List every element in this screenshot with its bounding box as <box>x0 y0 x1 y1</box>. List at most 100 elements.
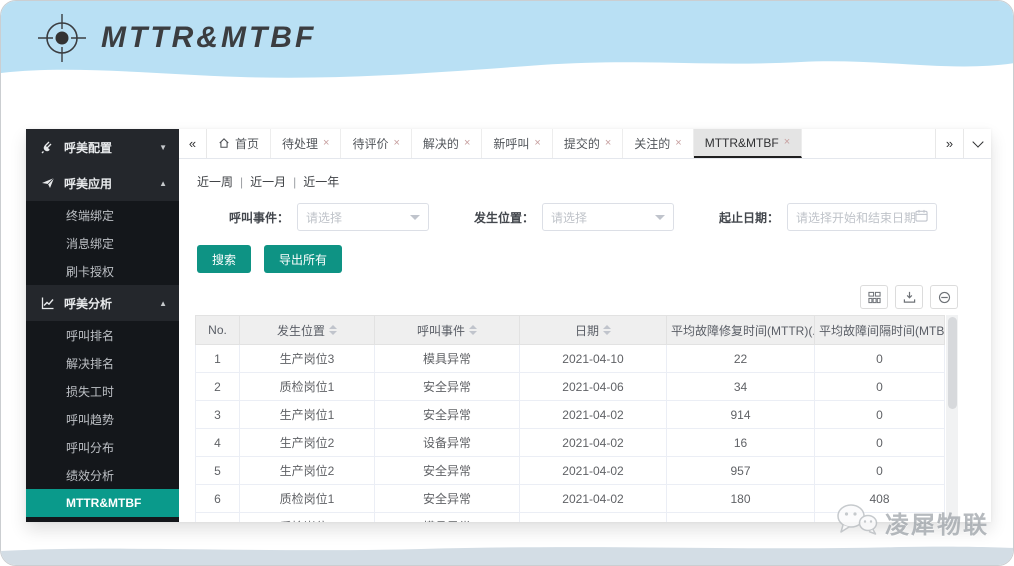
sidebar-item-MTTR&MTBF[interactable]: MTTR&MTBF <box>26 489 179 517</box>
sidebar-group-label: 呼美配置 <box>64 139 150 156</box>
sidebar-item-刷卡授权[interactable]: 刷卡授权 <box>26 257 179 285</box>
table-cell: 914 <box>667 401 815 429</box>
table-row: 1生产岗位3模具异常2021-04-10220 <box>196 345 945 373</box>
sidebar-item-呼叫排名[interactable]: 呼叫排名 <box>26 321 179 349</box>
chart-icon <box>40 296 55 311</box>
plug-icon <box>40 140 55 155</box>
close-icon[interactable]: × <box>323 138 329 149</box>
table-section: No. 发生位置呼叫事件日期平均故障修复时间(MTTR)(...平均故障间隔时间(… <box>195 285 958 522</box>
table-cell: 16 <box>667 429 815 457</box>
close-icon[interactable]: × <box>464 138 470 149</box>
close-icon[interactable]: × <box>534 138 540 149</box>
table-cell: 安全异常 <box>375 485 520 513</box>
sidebar-item-呼叫趋势[interactable]: 呼叫趋势 <box>26 405 179 433</box>
sort-icon[interactable] <box>329 325 337 335</box>
table-cell: 模具异常 <box>375 345 520 373</box>
sidebar-item-呼叫分布[interactable]: 呼叫分布 <box>26 433 179 461</box>
sidebar-item-终端绑定[interactable]: 终端绑定 <box>26 201 179 229</box>
export-button[interactable] <box>895 285 923 309</box>
table-row: 5生产岗位2安全异常2021-04-029570 <box>196 457 945 485</box>
sidebar-group-呼美分析[interactable]: 呼美分析▲ <box>26 285 179 321</box>
scrollbar-thumb[interactable] <box>948 317 957 409</box>
tab-label: 关注的 <box>634 135 670 152</box>
close-icon[interactable]: × <box>675 138 681 149</box>
tab-MTTR&MTBF[interactable]: MTTR&MTBF× <box>694 129 802 158</box>
sidebar: 呼美配置▼呼美应用▲终端绑定消息绑定刷卡授权呼美分析▲呼叫排名解决排名损失工时呼… <box>26 129 179 522</box>
tab-首页[interactable]: 首页 <box>207 129 271 158</box>
column-header-5[interactable]: 平均故障间隔时间(MTBF)(... <box>815 316 945 345</box>
home-icon <box>218 137 230 151</box>
tab-关注的[interactable]: 关注的 × <box>623 129 693 158</box>
sidebar-item-损失工时[interactable]: 损失工时 <box>26 377 179 405</box>
sidebar-group-呼美应用[interactable]: 呼美应用 ▲ <box>26 165 179 201</box>
sort-icon[interactable] <box>469 325 477 335</box>
close-icon[interactable]: × <box>784 137 790 148</box>
sidebar-item-绩效分析[interactable]: 绩效分析 <box>26 461 179 489</box>
search-button[interactable]: 搜索 <box>197 245 251 273</box>
column-settings-button[interactable] <box>860 285 888 309</box>
crosshair-logo-icon <box>37 13 87 63</box>
print-button[interactable] <box>930 285 958 309</box>
table-scrollbar[interactable] <box>946 315 958 522</box>
tab-待评价[interactable]: 待评价× <box>341 129 411 158</box>
tab-提交的[interactable]: 提交的 × <box>553 129 623 158</box>
close-icon[interactable]: × <box>393 138 399 149</box>
export-icon <box>903 291 916 304</box>
table-cell: 2021-04-02 <box>520 513 667 523</box>
call-event-select[interactable]: 请选择 <box>297 203 429 231</box>
table-cell: 2021-04-02 <box>520 457 667 485</box>
send-icon <box>40 176 55 191</box>
page-title: MTTR&MTBF <box>101 21 316 55</box>
sidebar-group-呼美配置[interactable]: 呼美配置▼ <box>26 129 179 165</box>
tab-解决的[interactable]: 解决的× <box>412 129 482 158</box>
table-cell: 4 <box>196 429 240 457</box>
chevron-up-icon: ▲ <box>159 179 167 188</box>
table-cell: 2021-04-02 <box>520 485 667 513</box>
quick-range-近一月[interactable]: 近一月 <box>250 173 286 190</box>
table-cell: 0 <box>815 373 945 401</box>
close-icon[interactable]: × <box>605 138 611 149</box>
tab-label: 提交的 <box>564 135 600 152</box>
table-cell: 2021-04-02 <box>520 401 667 429</box>
table-cell: 3 <box>196 401 240 429</box>
sidebar-group-label: 呼美应用 <box>64 175 150 192</box>
location-select[interactable]: 请选择 <box>542 203 674 231</box>
export-all-button[interactable]: 导出所有 <box>264 245 342 273</box>
call-event-label: 呼叫事件： <box>229 209 289 226</box>
page-frame: MTTR&MTBF 呼美配置▼ 呼美应用 ▲ 终端绑定消息绑定刷卡授权呼美分析▲呼叫排… <box>0 0 1014 566</box>
column-header-3[interactable]: 日期 <box>520 316 667 345</box>
table-cell: 5 <box>196 457 240 485</box>
sidebar-group-label: 呼美分析 <box>64 295 150 312</box>
quick-range-近一周[interactable]: 近一周 <box>197 173 233 190</box>
quick-range-近一年[interactable]: 近一年 <box>303 173 339 190</box>
column-label: No. <box>208 323 227 337</box>
sidebar-item-消息绑定[interactable]: 消息绑定 <box>26 229 179 257</box>
tabs-menu-button[interactable] <box>963 129 991 158</box>
column-header-2[interactable]: 呼叫事件 <box>375 316 520 345</box>
quick-range-links: 近一周|近一月|近一年 <box>197 173 975 190</box>
table-cell: 0 <box>815 401 945 429</box>
table-row: 4生产岗位2设备异常2021-04-02160 <box>196 429 945 457</box>
app-window: 呼美配置▼呼美应用▲终端绑定消息绑定刷卡授权呼美分析▲呼叫排名解决排名损失工时呼… <box>26 129 991 522</box>
table-cell: 1 <box>196 345 240 373</box>
date-range-input[interactable]: 请选择开始和结束日期 <box>787 203 937 231</box>
tab-待处理[interactable]: 待处理 × <box>271 129 341 158</box>
table-cell: 2021-04-02 <box>520 429 667 457</box>
column-header-4[interactable]: 平均故障修复时间(MTTR)(... <box>667 316 815 345</box>
column-header-1[interactable]: 发生位置 <box>240 316 375 345</box>
tabs-scroll-right-button[interactable]: » <box>935 129 963 158</box>
location-label: 发生位置： <box>474 209 534 226</box>
tab-label: 新呼叫 <box>493 135 529 152</box>
tab-新呼叫[interactable]: 新呼叫 × <box>482 129 552 158</box>
sidebar-item-解决排名[interactable]: 解决排名 <box>26 349 179 377</box>
tab-label: 待处理 <box>282 135 318 152</box>
table-wrap: No. 发生位置呼叫事件日期平均故障修复时间(MTTR)(...平均故障间隔时间(… <box>195 315 958 522</box>
table-cell: 安全异常 <box>375 373 520 401</box>
table-cell: 408 <box>815 485 945 513</box>
results-table: No. 发生位置呼叫事件日期平均故障修复时间(MTTR)(...平均故障间隔时间(… <box>195 315 945 522</box>
table-row: 6质检岗位1安全异常2021-04-02180408 <box>196 485 945 513</box>
column-header-no: No. <box>196 316 240 345</box>
date-range-label: 起止日期： <box>719 209 779 226</box>
tabs-scroll-left-button[interactable]: « <box>179 129 207 158</box>
sort-icon[interactable] <box>603 325 611 335</box>
